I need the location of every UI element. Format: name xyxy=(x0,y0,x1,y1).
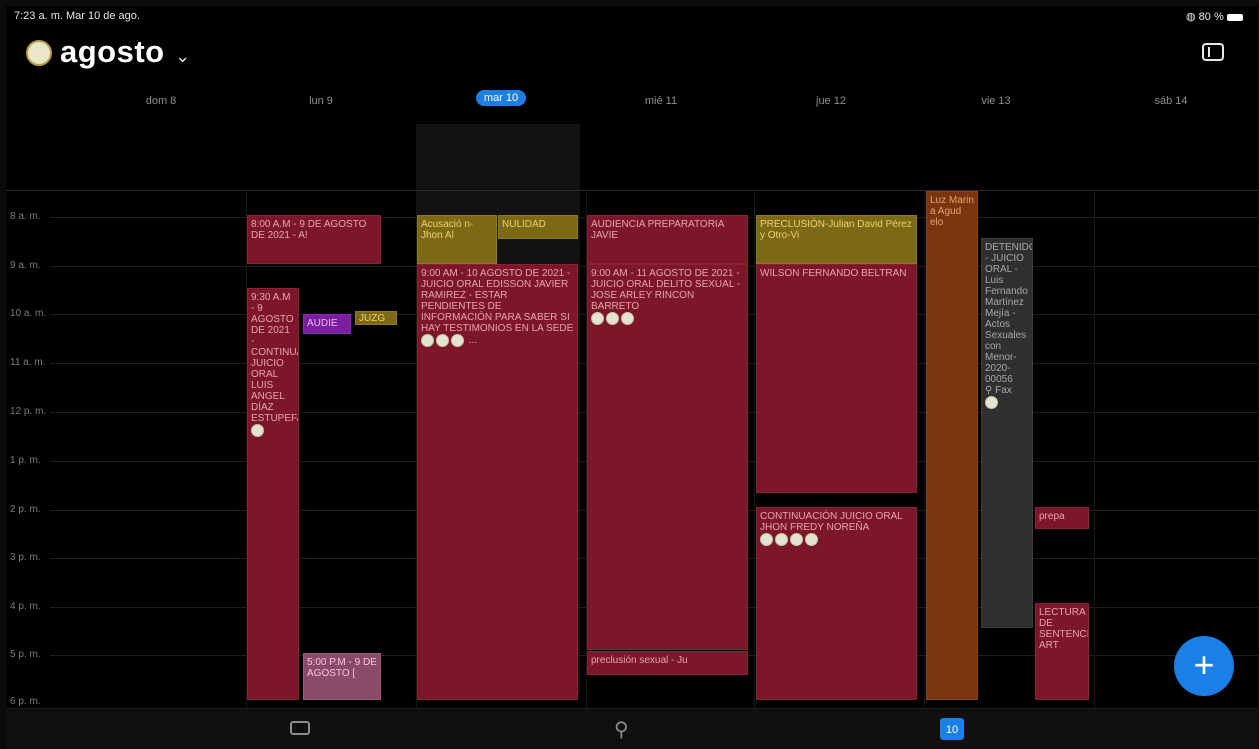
status-icons: ◍ 80 % xyxy=(1186,10,1243,23)
event-title: PRECLUSIÓN-Julian David Pérez y Otro-Vi xyxy=(760,219,912,241)
event-title: preclusión sexual - Ju xyxy=(591,655,688,666)
event-title: AUDIENCIA PREPARATORIA JAVIE xyxy=(591,219,724,241)
event-block[interactable]: Luz Marin a Agud elo xyxy=(926,191,978,700)
hour-label: 4 p. m. xyxy=(10,601,41,612)
month-title: agosto xyxy=(60,34,165,69)
more-attendees: ... xyxy=(468,335,478,347)
hour-label: 5 p. m. xyxy=(10,649,41,660)
battery-icon xyxy=(1226,13,1243,21)
hour-label: 1 p. m. xyxy=(10,455,41,466)
calendar-app: 7:23 a. m. Mar 10 de ago. ◍ 80 % agosto … xyxy=(6,6,1258,749)
event-block[interactable]: Acusació n-Jhon Al xyxy=(417,215,497,264)
hour-label: 12 p. m. xyxy=(10,406,47,417)
sidebar-icon[interactable] xyxy=(1202,43,1224,61)
event-block[interactable]: WILSON FERNANDO BELTRAN xyxy=(756,264,917,493)
day-header-thu[interactable]: jue 12 xyxy=(786,95,876,107)
attendee-avatar xyxy=(606,312,619,325)
hour-label: 2 p. m. xyxy=(10,504,41,515)
search-icon[interactable]: ⚲ xyxy=(614,717,629,742)
event-block[interactable]: NULIDAD xyxy=(498,215,578,239)
column-divider xyxy=(754,191,755,709)
attendee-avatar xyxy=(621,312,634,325)
event-title: 9:30 A.M - 9 AGOSTO DE 2021 - CONTINUACI… xyxy=(251,292,298,424)
event-title: LECTURA DE SENTENCIA ART xyxy=(1039,607,1088,651)
event-block[interactable]: 9:00 AM - 11 AGOSTO DE 2021 - JUICIO ORA… xyxy=(587,264,748,650)
event-title: prepa xyxy=(1039,511,1065,522)
event-title: 9:00 AM - 10 AGOSTO DE 2021 - JUICIO ORA… xyxy=(421,268,574,334)
chevron-down-icon: ⌄ xyxy=(175,46,191,66)
attendee-avatar xyxy=(251,424,264,437)
event-block[interactable]: preclusión sexual - Ju xyxy=(587,651,748,675)
event-block[interactable]: CONTINUACIÓN JUICIO ORAL JHON FREDY NORE… xyxy=(756,507,917,700)
add-event-button[interactable]: + xyxy=(1174,636,1234,696)
day-header-mon[interactable]: lun 9 xyxy=(276,95,366,107)
attendee-avatar xyxy=(591,312,604,325)
all-day-divider xyxy=(6,190,1258,191)
event-block[interactable]: PRECLUSIÓN-Julian David Pérez y Otro-Vi xyxy=(756,215,917,264)
day-header-wed[interactable]: mié 11 xyxy=(616,95,706,107)
event-title: WILSON FERNANDO BELTRAN xyxy=(760,268,907,279)
day-header-sun[interactable]: dom 8 xyxy=(116,95,206,107)
hour-label: 10 a. m. xyxy=(10,308,47,319)
hour-label: 8 a. m. xyxy=(10,211,41,222)
day-header-today[interactable]: mar 10 xyxy=(456,90,546,106)
column-divider xyxy=(1094,191,1095,709)
hour-label: 9 a. m. xyxy=(10,260,41,271)
attendee-avatar xyxy=(451,334,464,347)
attendee-avatar xyxy=(790,533,803,546)
event-block[interactable]: prepa xyxy=(1035,507,1089,529)
today-pill: mar 10 xyxy=(475,90,527,106)
attendee-avatar xyxy=(805,533,818,546)
battery-percent: 80 % xyxy=(1198,11,1224,23)
location-pin-icon: ⚲ xyxy=(985,385,993,396)
event-title: DETENIDO - JUICIO ORAL -Luis Fernando Ma… xyxy=(985,242,1033,385)
event-location: Fax xyxy=(995,385,1012,396)
event-block[interactable]: 8:00 A.M - 9 DE AGOSTO DE 2021 - A! xyxy=(247,215,381,264)
event-block[interactable]: LECTURA DE SENTENCIA ART xyxy=(1035,603,1089,700)
calendar-icon[interactable]: 10 xyxy=(940,718,964,740)
event-block[interactable]: 9:00 AM - 10 AGOSTO DE 2021 - JUICIO ORA… xyxy=(417,264,578,700)
event-block[interactable]: AUDIENCIA PREPARATORIA JAVIE xyxy=(587,215,748,264)
event-title: Acusació n-Jhon Al xyxy=(421,219,474,241)
event-block[interactable]: 9:30 A.M - 9 AGOSTO DE 2021 - CONTINUACI… xyxy=(247,288,299,700)
attendee-avatar xyxy=(421,334,434,347)
event-block[interactable]: AUDIE xyxy=(303,314,351,334)
event-title: Luz Marin a Agud elo xyxy=(930,195,974,228)
tab-bar: ⚲ 10 xyxy=(6,708,1258,749)
calendar-day-number: 10 xyxy=(945,724,959,736)
mail-icon[interactable] xyxy=(290,721,310,735)
event-title: 8:00 A.M - 9 DE AGOSTO DE 2021 - A! xyxy=(251,219,367,241)
day-header-fri[interactable]: vie 13 xyxy=(951,95,1041,107)
wifi-icon: ◍ xyxy=(1186,11,1196,23)
attendee-avatar xyxy=(760,533,773,546)
status-time-date: 7:23 a. m. Mar 10 de ago. xyxy=(14,10,140,22)
event-block[interactable]: 5:00 P.M - 9 DE AGOSTO [ xyxy=(303,653,381,700)
month-picker[interactable]: agosto ⌄ xyxy=(60,34,190,70)
event-title: AUDIE xyxy=(307,318,338,329)
column-divider xyxy=(924,191,925,709)
profile-avatar[interactable] xyxy=(26,40,52,66)
day-header-sat[interactable]: sáb 14 xyxy=(1126,95,1216,107)
event-block[interactable]: JUZG xyxy=(355,311,397,325)
event-title: 5:00 P.M - 9 DE AGOSTO [ xyxy=(307,657,377,679)
event-block[interactable]: DETENIDO - JUICIO ORAL -Luis Fernando Ma… xyxy=(981,238,1033,628)
event-title: JUZG xyxy=(359,313,386,324)
attendee-avatar xyxy=(436,334,449,347)
event-title: NULIDAD xyxy=(502,219,546,230)
hour-label: 6 p. m. xyxy=(10,696,41,707)
event-title: CONTINUACIÓN JUICIO ORAL JHON FREDY NORE… xyxy=(760,511,903,533)
hour-label: 3 p. m. xyxy=(10,552,41,563)
event-title: 9:00 AM - 11 AGOSTO DE 2021 - JUICIO ORA… xyxy=(591,268,741,312)
attendee-avatar xyxy=(775,533,788,546)
hour-label: 11 a. m. xyxy=(10,357,46,368)
attendee-avatar xyxy=(985,396,998,409)
